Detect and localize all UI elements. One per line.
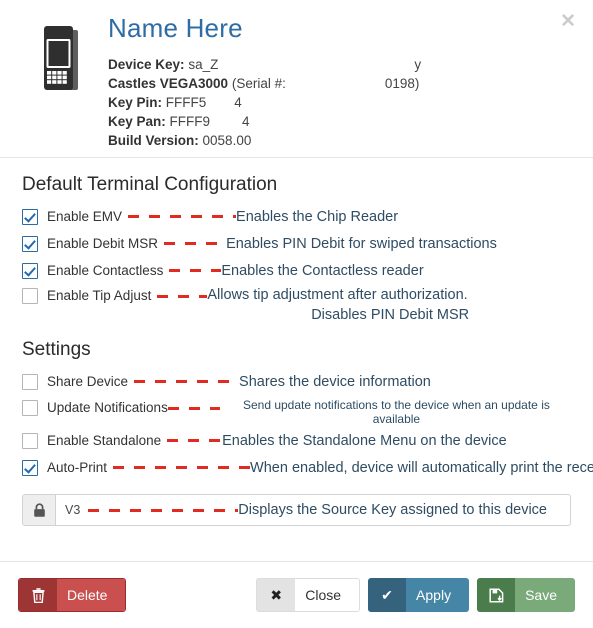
source-key-field[interactable]: V3 Displays the Source Key assigned to t… — [56, 495, 570, 525]
checkbox-auto-print[interactable] — [22, 459, 38, 476]
row-enable-contactless: Enable Contactless Enables the Contactle… — [20, 258, 573, 283]
meta-value: 0058.00 — [202, 132, 252, 148]
apply-button[interactable]: ✔ Apply — [368, 578, 470, 612]
meta-trailing: y — [414, 56, 422, 72]
meta-build-version: Build Version: 0058.00 — [108, 131, 575, 150]
lock-icon — [23, 495, 56, 525]
meta-value: FFFF5 — [165, 94, 207, 110]
connector-line — [167, 439, 223, 442]
annotation-enable-tip-adjust: Allows tip adjustment after authorizatio… — [207, 285, 573, 325]
close-button[interactable]: ✖ Close — [256, 578, 361, 612]
connector-line — [88, 508, 239, 512]
annotation-enable-debit-msr: Enables PIN Debit for swiped transaction… — [226, 235, 497, 252]
row-enable-debit-msr: Enable Debit MSR Enables PIN Debit for s… — [20, 231, 573, 256]
connector-line — [167, 407, 220, 410]
checkbox-enable-tip-adjust[interactable] — [22, 288, 38, 304]
annotation-share-device: Shares the device information — [239, 373, 431, 390]
row-enable-tip-adjust: Enable Tip Adjust Allows tip adjustment … — [20, 285, 573, 325]
checkbox-update-notifications[interactable] — [22, 400, 38, 416]
close-icon[interactable]: ✕ — [556, 10, 580, 33]
row-enable-standalone: Enable Standalone Enables the Standalone… — [20, 428, 573, 453]
connector-line — [134, 380, 240, 383]
check-icon: ✔ — [368, 578, 407, 612]
save-button-label: Save — [515, 578, 575, 612]
connector-line — [113, 466, 251, 469]
modal-footer: Delete ✖ Close ✔ Apply Save — [0, 561, 593, 628]
row-auto-print: Auto-Print When enabled, device will aut… — [20, 455, 593, 480]
payment-terminal-icon — [18, 14, 102, 98]
meta-key-pan: Key Pan: FFFF9 4 — [108, 112, 575, 131]
row-enable-emv: Enable EMV Enables the Chip Reader — [20, 204, 573, 229]
label-enable-contactless: Enable Contactless — [47, 263, 164, 278]
annotation-update-notifications: Send update notifications to the device … — [242, 398, 550, 426]
delete-button[interactable]: Delete — [18, 578, 127, 612]
label-update-notifications: Update Notifications — [47, 400, 168, 415]
close-button-label: Close — [295, 579, 360, 611]
source-key-value: V3 — [65, 503, 81, 517]
modal-header: ✕ Name Here Device Key: sa_Z y Castles V… — [0, 0, 593, 158]
checkbox-share-device[interactable] — [22, 373, 38, 390]
connector-line — [164, 242, 227, 245]
checkbox-enable-contactless[interactable] — [22, 262, 38, 279]
label-share-device: Share Device — [47, 374, 129, 389]
label-enable-tip-adjust: Enable Tip Adjust — [47, 288, 152, 303]
row-update-notifications: Update Notifications Send update notific… — [20, 396, 573, 426]
meta-label: Key Pan: — [108, 113, 166, 129]
connector-line — [157, 295, 208, 298]
annotation-source-key: Displays the Source Key assigned to this… — [238, 502, 547, 518]
meta-trailing: 0198) — [384, 75, 420, 91]
apply-button-label: Apply — [406, 578, 470, 612]
meta-trailing: 4 — [234, 94, 242, 110]
trash-icon — [19, 579, 57, 611]
device-title: Name Here — [108, 13, 243, 43]
delete-button-label: Delete — [57, 579, 126, 611]
settings-heading: Settings — [22, 339, 91, 360]
meta-value: FFFF9 — [169, 113, 211, 129]
meta-label: Castles VEGA3000 — [108, 75, 229, 91]
label-auto-print: Auto-Print — [47, 460, 108, 475]
connector-line — [169, 269, 222, 272]
footer-actions: ✖ Close ✔ Apply Save — [256, 578, 575, 612]
checkbox-enable-emv[interactable] — [22, 208, 38, 225]
checkbox-enable-standalone[interactable] — [22, 432, 38, 449]
annotation-enable-contactless: Enables the Contactless reader — [221, 262, 424, 279]
annotation-line-2: Disables PIN Debit MSR — [311, 307, 470, 323]
terminal-config-heading: Default Terminal Configuration — [22, 174, 278, 195]
x-icon: ✖ — [257, 579, 296, 611]
checkbox-enable-debit-msr[interactable] — [22, 235, 38, 252]
meta-label: Build Version: — [108, 132, 199, 148]
device-settings-modal: ✕ Name Here Device Key: sa_Z y Castles V… — [0, 0, 593, 628]
annotation-line-1: Allows tip adjustment after authorizatio… — [207, 287, 468, 303]
meta-trailing: 4 — [242, 113, 250, 129]
label-enable-standalone: Enable Standalone — [47, 433, 162, 448]
meta-value: (Serial #: — [231, 75, 286, 91]
source-key-input-group[interactable]: V3 Displays the Source Key assigned to t… — [22, 494, 571, 526]
annotation-enable-standalone: Enables the Standalone Menu on the devic… — [222, 432, 507, 449]
annotation-auto-print: When enabled, device will automatically … — [250, 459, 593, 476]
modal-body: Default Terminal Configuration Enable EM… — [0, 158, 593, 532]
row-share-device: Share Device Shares the device informati… — [20, 369, 573, 394]
meta-label: Device Key: — [108, 56, 185, 72]
meta-key-pin: Key Pin: FFFF5 4 — [108, 93, 575, 112]
connector-line — [128, 215, 237, 218]
save-button[interactable]: Save — [477, 578, 575, 612]
meta-label: Key Pin: — [108, 94, 163, 110]
meta-value: sa_Z — [188, 56, 219, 72]
meta-device-key: Device Key: sa_Z y — [108, 55, 575, 74]
label-enable-emv: Enable EMV — [47, 209, 123, 224]
annotation-enable-emv: Enables the Chip Reader — [236, 208, 399, 225]
meta-model-serial: Castles VEGA3000 (Serial #: 0198) — [108, 74, 575, 93]
label-enable-debit-msr: Enable Debit MSR — [47, 236, 159, 251]
floppy-disk-icon — [477, 578, 516, 612]
